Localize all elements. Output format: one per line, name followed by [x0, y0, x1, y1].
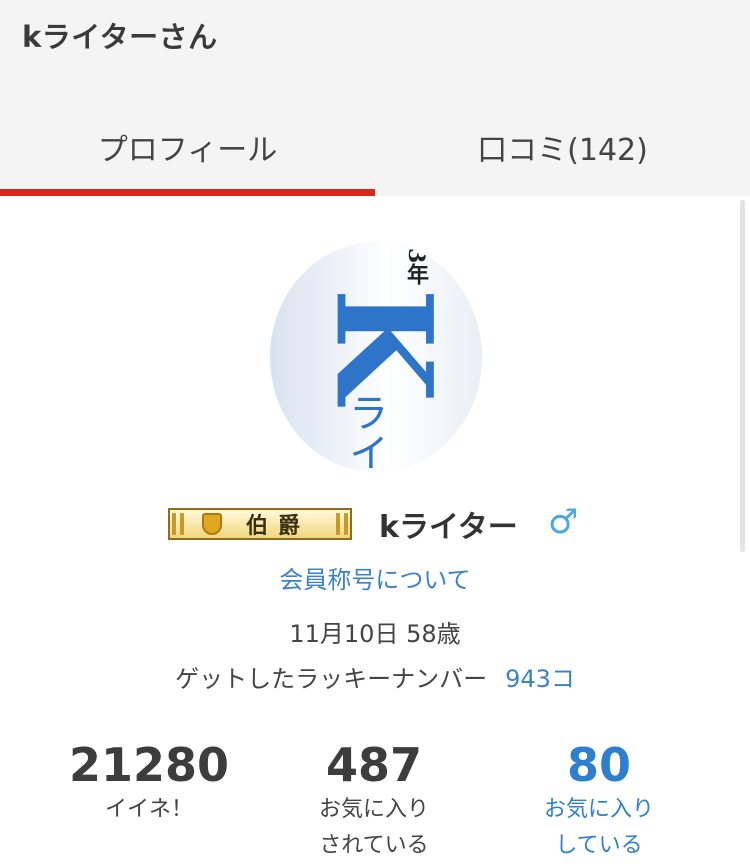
page-title: kライターさん [22, 20, 218, 54]
lucky-number-row: ゲットしたラッキーナンバー 943コ [0, 659, 750, 694]
tab-profile[interactable]: プロフィール [0, 98, 375, 196]
likes-count: 21280 [68, 738, 230, 792]
following-count[interactable]: 80 [484, 738, 714, 792]
birthday-age: 11月10日 58歳 [289, 620, 461, 648]
name-row: 伯爵 kライター ♂ [0, 500, 750, 548]
lucky-number-link[interactable]: 943コ [505, 665, 575, 693]
rank-badge-label: 伯爵 [245, 514, 310, 539]
male-icon: ♂ [548, 502, 579, 542]
rank-badge: 伯爵 [168, 508, 352, 540]
avatar-kana: ライ [342, 392, 388, 472]
active-tab-indicator [0, 189, 375, 196]
avatar: 3年 K ライ [270, 242, 482, 472]
badge-decoration-right [336, 513, 340, 535]
header: kライターさん プロフィール 口コミ(142) [0, 0, 750, 196]
shield-icon [202, 513, 222, 535]
stat-followers: 487 お気に入り されている [259, 738, 489, 864]
member-title-link[interactable]: 会員称号について [0, 560, 750, 595]
lucky-number-label: ゲットしたラッキーナンバー [175, 665, 488, 693]
followers-label-line1: お気に入り [318, 797, 429, 822]
badge-decoration-left-2 [180, 513, 184, 535]
following-label-line2[interactable]: している [484, 828, 714, 864]
stat-following[interactable]: 80 お気に入り している [484, 738, 714, 864]
followers-count: 487 [325, 738, 423, 792]
tab-reviews[interactable]: 口コミ(142) [375, 98, 750, 196]
likes-label: イイネ！ [104, 797, 193, 822]
stat-likes: 21280 イイネ！ [34, 738, 264, 828]
avatar-letter: K [305, 287, 461, 403]
username: kライター [379, 510, 518, 545]
followers-label-line2: されている [319, 833, 429, 858]
badge-decoration-right-2 [344, 513, 348, 535]
avatar-year-text: 3年 [403, 248, 429, 286]
following-label-line1[interactable]: お気に入り [484, 792, 714, 828]
badge-decoration-left [172, 513, 176, 535]
